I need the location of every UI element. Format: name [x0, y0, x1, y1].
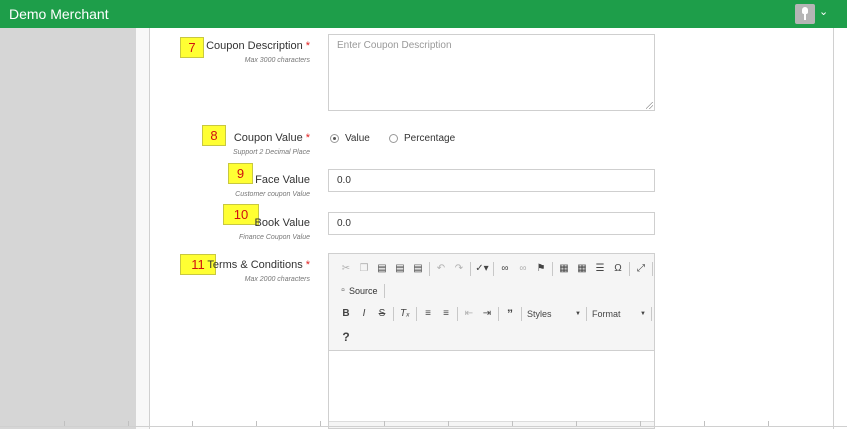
radio-percentage-dot[interactable] — [389, 134, 398, 143]
format-dropdown-label: Format — [592, 309, 621, 319]
coupon-description-placeholder: Enter Coupon Description — [337, 40, 452, 51]
paste-icon[interactable]: ▤ — [373, 260, 391, 278]
radio-percentage[interactable]: Percentage — [389, 133, 455, 144]
styles-dropdown[interactable]: Styles ▼ — [524, 306, 584, 322]
undo-icon[interactable]: ↶ — [432, 260, 450, 278]
chevron-down-icon: ⌄ — [819, 6, 829, 18]
step-badge-9: 9 — [228, 163, 253, 184]
toolbar-row-3: B I S Tₓ ≡ ≡ ⇤ ⇥ ” Styles ▼ Format ▼ — [337, 305, 654, 323]
blockquote-icon[interactable]: ” — [501, 305, 519, 323]
table-icon[interactable]: ▦ — [573, 260, 591, 278]
toolbar-separator — [552, 262, 553, 276]
app-title: Demo Merchant — [9, 6, 109, 22]
toolbar-separator — [652, 262, 653, 276]
caret-down-icon: ▼ — [640, 311, 646, 317]
toolbar-separator — [393, 307, 394, 321]
horizontal-line-icon[interactable]: ☰ — [591, 260, 609, 278]
toolbar-separator — [493, 262, 494, 276]
bottom-border — [0, 426, 847, 427]
image-icon[interactable]: ▦ — [555, 260, 573, 278]
anchor-icon[interactable]: ⚑ — [532, 260, 550, 278]
coupon-value-hint: Support 2 Decimal Place — [232, 149, 310, 156]
caret-down-icon: ▼ — [575, 311, 581, 317]
coupon-description-label: Coupon Description * — [206, 40, 310, 52]
toolbar-row-4: ? — [337, 328, 355, 346]
cut-icon[interactable]: ✂ — [337, 260, 355, 278]
link-icon[interactable]: ∞ — [496, 260, 514, 278]
source-button-label: Source — [349, 286, 378, 296]
copy-icon[interactable]: ❐ — [355, 260, 373, 278]
face-value-hint: Customer coupon Value — [235, 191, 310, 198]
toolbar-separator — [383, 284, 385, 298]
toolbar-separator — [586, 307, 587, 321]
face-value-label: Face Value — [255, 174, 310, 186]
coupon-description-textarea[interactable]: Enter Coupon Description — [328, 34, 655, 111]
resize-handle-icon[interactable] — [646, 102, 653, 109]
toolbar-separator — [457, 307, 458, 321]
styles-dropdown-label: Styles — [527, 309, 552, 319]
toolbar-separator — [470, 262, 471, 276]
remove-format-icon[interactable]: Tₓ — [396, 305, 414, 323]
face-value-input[interactable]: 0.0 — [328, 169, 655, 192]
spellcheck-icon[interactable]: ✓▾ — [473, 260, 491, 278]
source-button[interactable]: ▫ Source — [337, 282, 378, 300]
paste-text-icon[interactable]: ▤ — [391, 260, 409, 278]
toolbar-row-1: ✂ ❐ ▤ ▤ ▤ ↶ ↷ ✓▾ ∞ ∞ ⚑ ▦ ▦ ☰ Ω ⤢ — [337, 260, 655, 278]
toolbar-separator — [498, 307, 499, 321]
panel-border-right — [833, 28, 834, 429]
toolbar-separator — [416, 307, 417, 321]
radio-percentage-label: Percentage — [404, 133, 456, 144]
bold-icon[interactable]: B — [337, 305, 355, 323]
book-value-label: Book Value — [254, 217, 310, 229]
toolbar-separator — [429, 262, 430, 276]
redo-icon[interactable]: ↷ — [450, 260, 468, 278]
italic-icon[interactable]: I — [355, 305, 373, 323]
terms-hint: Max 2000 characters — [244, 276, 310, 283]
bulleted-list-icon[interactable]: ≡ — [437, 305, 455, 323]
toolbar-separator — [651, 307, 652, 321]
user-menu-button[interactable]: ⌄ — [795, 4, 829, 24]
terms-label: Terms & Conditions * — [207, 259, 310, 271]
top-bar: Demo Merchant ⌄ — [0, 0, 847, 28]
step-badge-7: 7 — [180, 37, 204, 58]
format-dropdown[interactable]: Format ▼ — [589, 306, 649, 322]
paste-word-icon[interactable]: ▤ — [409, 260, 427, 278]
indent-icon[interactable]: ⇥ — [478, 305, 496, 323]
radio-value-label: Value — [345, 133, 370, 144]
special-char-icon[interactable]: Ω — [609, 260, 627, 278]
outdent-icon[interactable]: ⇤ — [460, 305, 478, 323]
numbered-list-icon[interactable]: ≡ — [419, 305, 437, 323]
sidebar — [0, 28, 136, 429]
maximize-icon[interactable]: ⤢ — [632, 260, 650, 278]
book-value-hint: Finance Coupon Value — [239, 234, 310, 241]
coupon-description-hint: Max 3000 characters — [244, 57, 310, 64]
help-button[interactable]: ? — [337, 328, 355, 346]
user-avatar-icon — [795, 4, 815, 24]
coupon-value-label: Coupon Value * — [233, 132, 310, 144]
bottom-ruler — [0, 421, 847, 426]
toolbar-separator — [521, 307, 522, 321]
toolbar-row-2: ▫ Source — [337, 282, 387, 300]
editor-content-area[interactable] — [329, 351, 654, 421]
content-gutter — [136, 28, 150, 429]
source-icon: ▫ — [341, 285, 345, 296]
toolbar-separator — [629, 262, 630, 276]
radio-value[interactable]: Value — [330, 133, 370, 144]
step-badge-8: 8 — [202, 125, 226, 146]
terms-rich-text-editor: ✂ ❐ ▤ ▤ ▤ ↶ ↷ ✓▾ ∞ ∞ ⚑ ▦ ▦ ☰ Ω ⤢ ▫ Sourc… — [328, 253, 655, 429]
book-value-input[interactable]: 0.0 — [328, 212, 655, 235]
unlink-icon[interactable]: ∞ — [514, 260, 532, 278]
strike-icon[interactable]: S — [373, 305, 391, 323]
editor-toolbar: ✂ ❐ ▤ ▤ ▤ ↶ ↷ ✓▾ ∞ ∞ ⚑ ▦ ▦ ☰ Ω ⤢ ▫ Sourc… — [329, 254, 654, 351]
radio-value-dot[interactable] — [330, 134, 339, 143]
